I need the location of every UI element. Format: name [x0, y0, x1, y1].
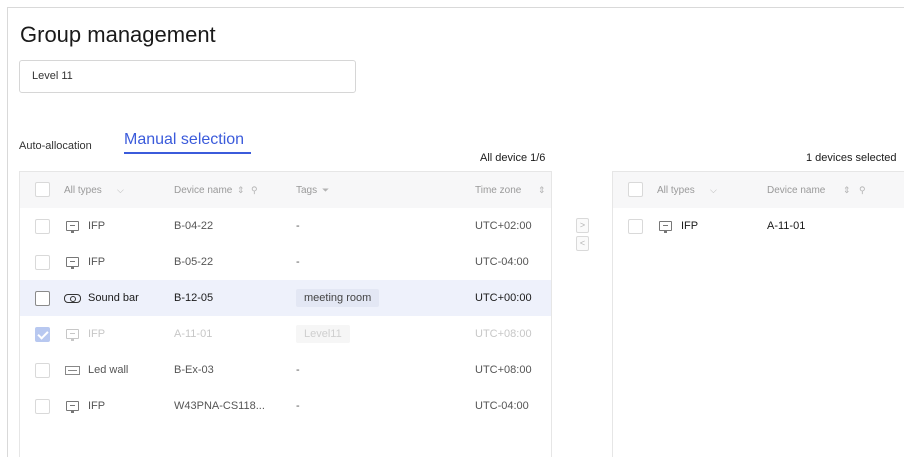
chevron-down-icon[interactable]: ⌵: [710, 185, 717, 196]
device-time-zone: UTC-04:00: [475, 256, 529, 268]
row-checkbox[interactable]: [628, 219, 643, 234]
led-wall-icon: [65, 366, 80, 375]
device-name: B-05-22: [174, 256, 214, 268]
device-tags: -: [296, 400, 300, 412]
column-header-device-name: Device name: [767, 185, 826, 196]
all-device-count: All device 1/6: [480, 152, 546, 164]
page-title: Group management: [20, 22, 216, 47]
move-right-button[interactable]: >: [576, 218, 589, 233]
ifp-icon: [659, 221, 672, 233]
row-checkbox[interactable]: [35, 255, 50, 270]
ifp-icon: [66, 329, 79, 341]
column-header-tags: Tags: [296, 185, 318, 196]
device-name: B-Ex-03: [174, 364, 214, 376]
ifp-icon: [66, 401, 79, 413]
device-type: IFP: [88, 400, 106, 412]
device-type: IFP: [681, 220, 699, 232]
device-tags: -: [296, 256, 300, 268]
device-name: B-12-05: [174, 292, 214, 304]
device-list-panel: All types ⌵ Device name ⇕ ⚲ Tags ⏷ Time …: [19, 171, 552, 457]
device-time-zone: UTC-04:00: [475, 400, 529, 412]
selected-device-count: 1 devices selected: [806, 152, 897, 164]
move-left-button[interactable]: <: [576, 236, 589, 251]
device-tags: -: [296, 364, 300, 376]
table-row[interactable]: IFP W43PNA-CS118... - UTC-04:00: [20, 388, 551, 424]
sort-icon[interactable]: ⇕: [538, 185, 546, 196]
device-time-zone: UTC+02:00: [475, 220, 532, 232]
active-tab-indicator: [124, 152, 251, 154]
device-tag-pill: Level11: [296, 325, 350, 343]
filter-icon[interactable]: ⏷: [322, 185, 329, 196]
chevron-down-icon[interactable]: ⌵: [117, 185, 124, 196]
table-row[interactable]: IFP B-05-22 - UTC-04:00: [20, 244, 551, 280]
group-name-input[interactable]: Level 11: [19, 60, 356, 93]
column-header-device-name: Device name: [174, 185, 233, 196]
device-type: IFP: [88, 256, 106, 268]
ifp-icon: [66, 221, 79, 233]
table-row[interactable]: Sound bar B-12-05 meeting room UTC+00:00: [20, 280, 551, 316]
search-icon[interactable]: ⚲: [251, 185, 258, 196]
table-row[interactable]: IFP B-04-22 - UTC+02:00: [20, 208, 551, 244]
device-name: A-11-01: [174, 328, 213, 340]
ifp-icon: [66, 257, 79, 269]
device-name: W43PNA-CS118...: [174, 400, 265, 412]
table-row[interactable]: IFP A-11-01: [613, 208, 904, 244]
select-all-checkbox[interactable]: [628, 182, 643, 197]
device-type: Sound bar: [88, 292, 139, 304]
tab-manual-selection[interactable]: Manual selection: [124, 131, 244, 149]
table-row: IFP A-11-01 Level11 UTC+08:00: [20, 316, 551, 352]
row-checkbox[interactable]: [35, 363, 50, 378]
row-checkbox[interactable]: [35, 399, 50, 414]
table-header: All types ⌵ Device name ⇕ ⚲: [613, 172, 904, 208]
search-icon[interactable]: ⚲: [859, 185, 866, 196]
table-header: All types ⌵ Device name ⇕ ⚲ Tags ⏷ Time …: [20, 172, 551, 208]
column-header-types[interactable]: All types: [657, 185, 695, 196]
device-type: IFP: [88, 328, 106, 340]
device-tags: -: [296, 220, 300, 232]
device-tag-pill: meeting room: [296, 289, 380, 307]
column-header-types[interactable]: All types: [64, 185, 102, 196]
device-type: IFP: [88, 220, 106, 232]
tab-auto-allocation[interactable]: Auto-allocation: [19, 140, 92, 152]
row-checkbox[interactable]: [35, 219, 50, 234]
row-checkbox: [35, 327, 50, 342]
column-header-time-zone: Time zone: [475, 185, 522, 196]
selected-devices-panel: All types ⌵ Device name ⇕ ⚲ IFP A-11-01: [612, 171, 904, 457]
device-type: Led wall: [88, 364, 129, 376]
sort-icon[interactable]: ⇕: [843, 185, 851, 196]
sound-bar-icon: [64, 294, 81, 303]
table-row[interactable]: Led wall B-Ex-03 - UTC+08:00: [20, 352, 551, 388]
device-name: A-11-01: [767, 220, 806, 232]
select-all-checkbox[interactable]: [35, 182, 50, 197]
row-checkbox[interactable]: [35, 291, 50, 306]
device-time-zone: UTC+08:00: [475, 328, 532, 340]
device-name: B-04-22: [174, 220, 214, 232]
device-time-zone: UTC+08:00: [475, 364, 532, 376]
device-time-zone: UTC+00:00: [475, 292, 532, 304]
sort-icon[interactable]: ⇕: [237, 185, 245, 196]
